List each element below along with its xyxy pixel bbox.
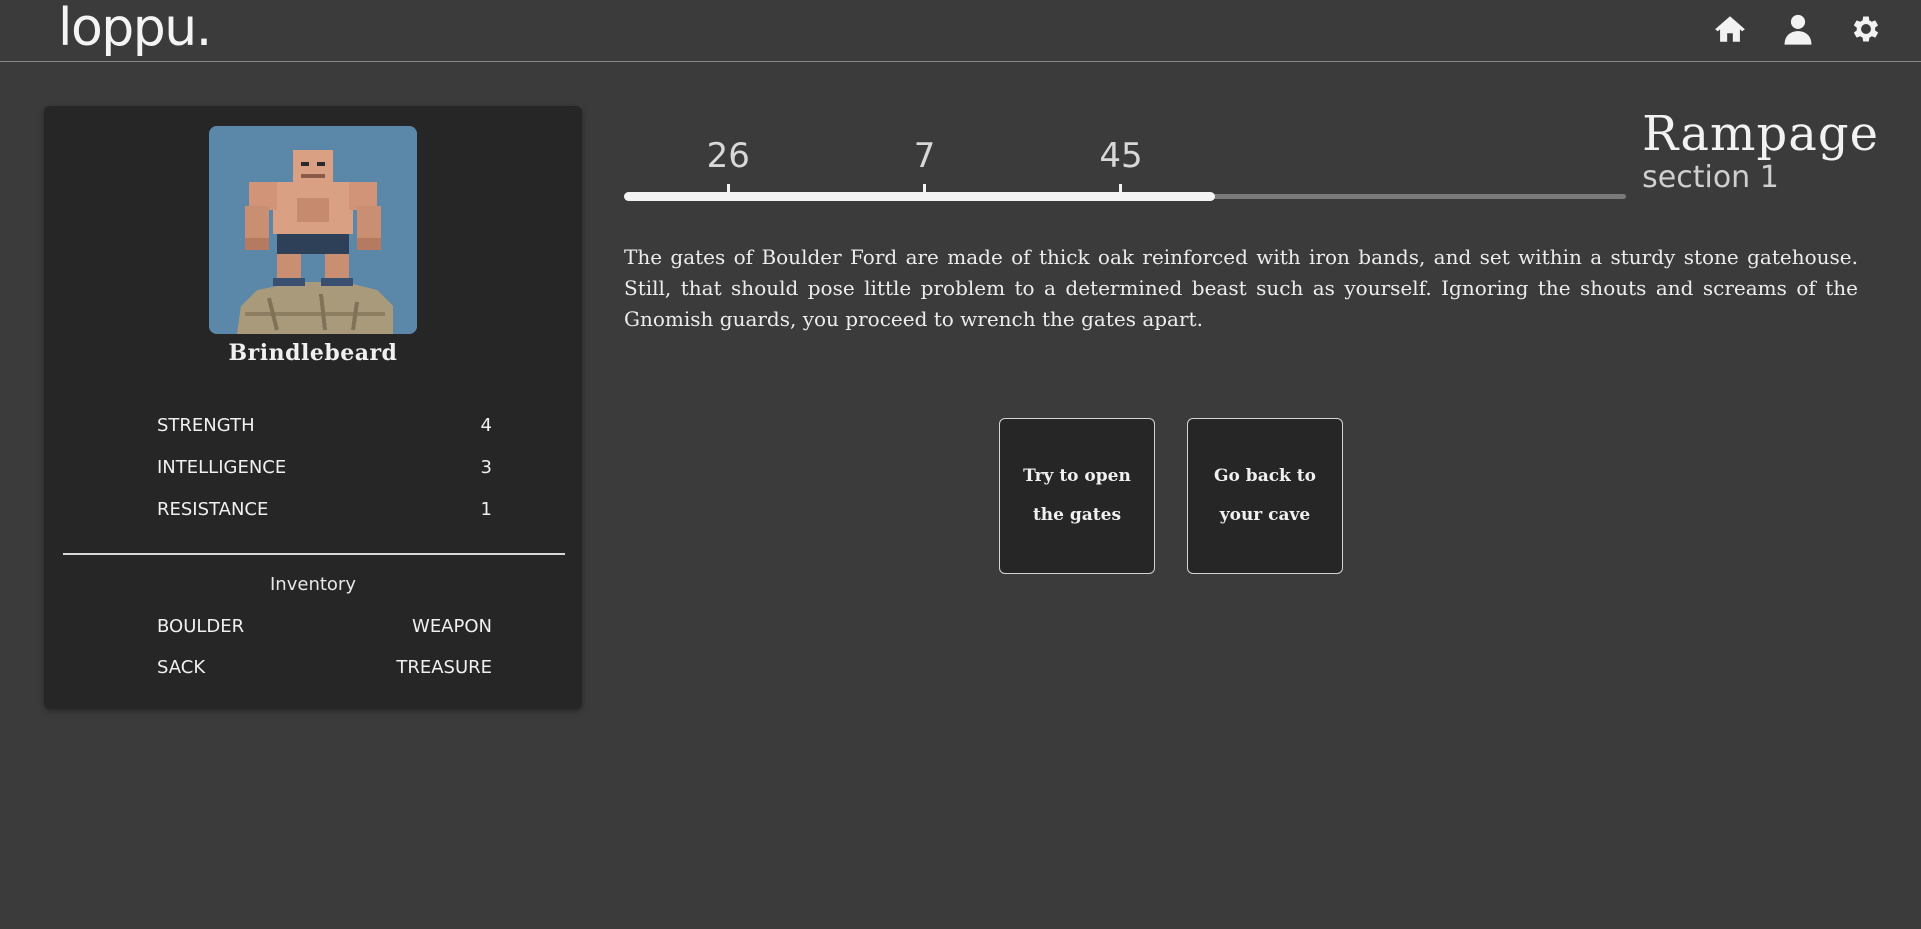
inventory-title: Inventory	[270, 574, 356, 595]
stat-value: 3	[480, 457, 492, 478]
choice-open-gates-button[interactable]: Try to open the gates	[999, 418, 1155, 574]
stat-label: RESISTANCE	[157, 499, 269, 520]
stat-label: STRENGTH	[157, 415, 255, 436]
progress-marker-tick	[726, 184, 730, 194]
section-title: Rampage	[1642, 106, 1879, 162]
progress-marker-tick	[923, 184, 927, 194]
stat-value: 1	[480, 499, 492, 520]
progress-marker-label: 26	[706, 136, 750, 176]
story-text: The gates of Boulder Ford are made of th…	[624, 245, 1858, 331]
progress-marker-label: 45	[1099, 136, 1143, 176]
inventory-item: WEAPON	[412, 616, 492, 637]
stat-resistance: RESISTANCE 1	[157, 499, 492, 541]
top-bar: loppu.	[0, 0, 1921, 62]
inventory-item: TREASURE	[396, 657, 492, 678]
progress-fill	[624, 192, 1216, 201]
inventory-list: BOULDER WEAPON SACK TREASURE	[157, 616, 492, 678]
character-portrait	[209, 126, 417, 334]
inventory-item: BOULDER	[157, 616, 245, 637]
stat-intelligence: INTELLIGENCE 3	[157, 457, 492, 499]
section-subtitle: section 1	[1642, 160, 1779, 195]
nav-icons	[1713, 12, 1883, 46]
choices: Try to open the gates Go back to your ca…	[999, 418, 1343, 574]
stats-list: STRENGTH 4 INTELLIGENCE 3 RESISTANCE 1	[157, 415, 492, 541]
progress-bar: 26 7 45	[624, 136, 1626, 206]
gear-icon[interactable]	[1849, 12, 1883, 46]
home-icon[interactable]	[1713, 12, 1747, 46]
progress-marker-tick	[1119, 184, 1123, 194]
character-panel: Brindlebeard STRENGTH 4 INTELLIGENCE 3 R…	[44, 106, 582, 709]
character-name: Brindlebeard	[228, 340, 398, 366]
inventory-item: SACK	[157, 657, 206, 678]
section-heading: Rampage section 1	[1642, 106, 1879, 196]
panel-divider	[63, 553, 565, 555]
user-icon[interactable]	[1781, 12, 1815, 46]
stat-strength: STRENGTH 4	[157, 415, 492, 457]
stat-label: INTELLIGENCE	[157, 457, 287, 478]
progress-marker-label: 7	[913, 136, 936, 176]
choice-go-back-button[interactable]: Go back to your cave	[1187, 418, 1343, 574]
stat-value: 4	[480, 415, 492, 436]
app-logo[interactable]: loppu.	[58, 0, 212, 58]
